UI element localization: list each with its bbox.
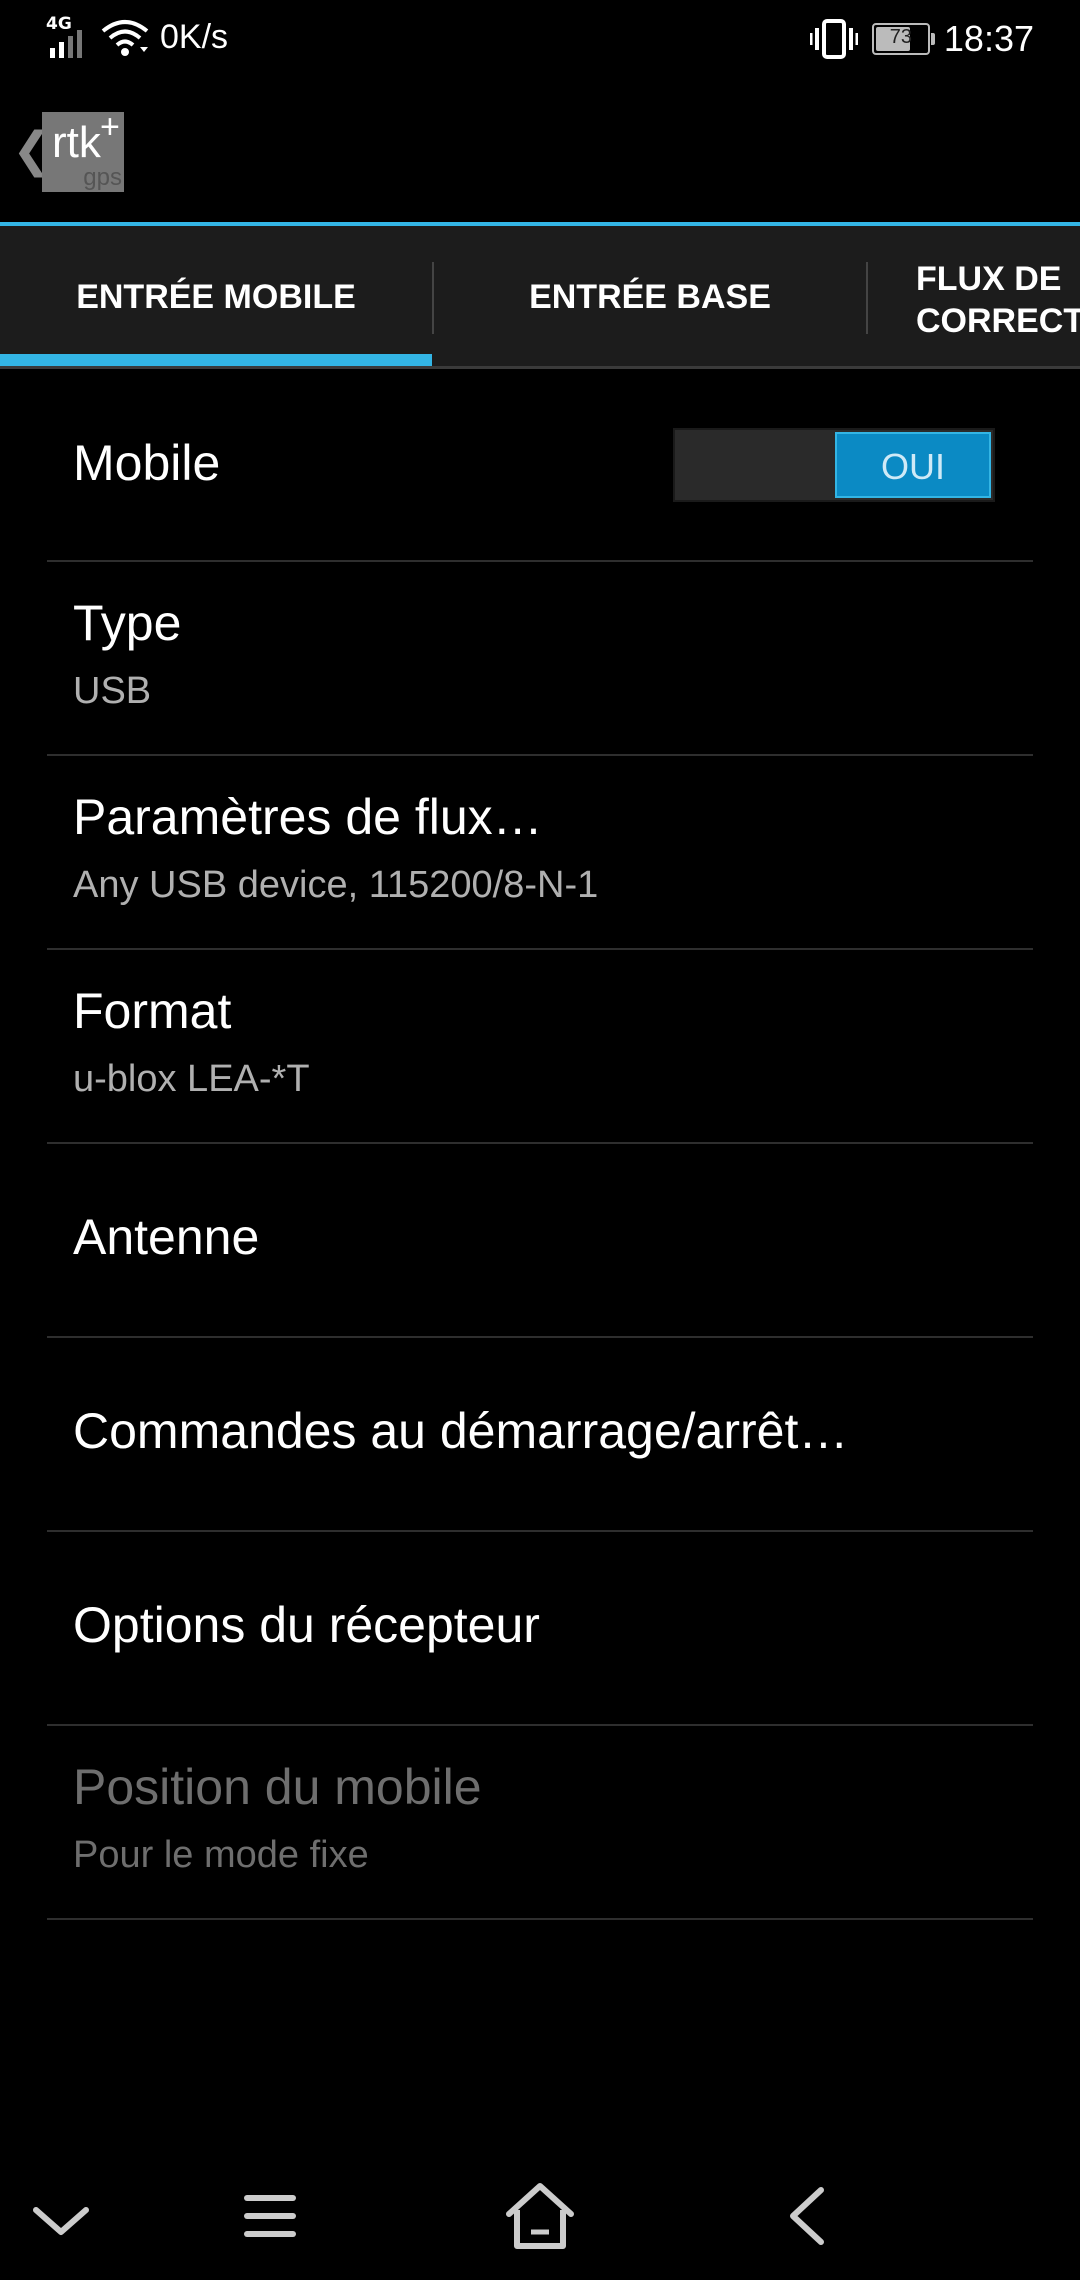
net-speed: 0K/s xyxy=(160,17,229,56)
tab-label: FLUX DE CORRECTI xyxy=(916,260,1080,340)
pref-title: Commandes au démarrage/arrêt… xyxy=(73,1403,849,1459)
battery-percent: 73 xyxy=(889,26,913,48)
tab-label: ENTRÉE MOBILE xyxy=(76,278,356,316)
tab-bar: ENTRÉE MOBILE ENTRÉE BASE FLUX DE CORREC… xyxy=(0,226,1080,368)
pref-title: Position du mobile xyxy=(73,1759,482,1815)
pref-summary: Any USB device, 115200/8-N-1 xyxy=(73,864,599,906)
vibrate-icon xyxy=(809,19,858,59)
pref-title: Mobile xyxy=(73,435,221,491)
tab-base-input[interactable]: ENTRÉE BASE xyxy=(434,226,866,368)
pref-format[interactable]: Format u-blox LEA-*T xyxy=(47,950,1033,1144)
pref-title: Options du récepteur xyxy=(73,1597,540,1653)
home-icon[interactable] xyxy=(495,2178,585,2254)
clock: 18:37 xyxy=(943,18,1034,59)
pref-antenna[interactable]: Antenne xyxy=(47,1144,1033,1338)
back-icon[interactable] xyxy=(765,2178,855,2254)
tab-bar-underline xyxy=(0,366,1080,369)
toggle-label: OUI xyxy=(880,446,945,487)
status-bar: 4G 0K/s 73 18:37 xyxy=(0,0,1080,82)
pref-title: Format xyxy=(73,983,232,1039)
pref-mobile-position: Position du mobile Pour le mode fixe xyxy=(47,1726,1033,1920)
pref-summary: USB xyxy=(73,670,152,712)
pref-start-stop-commands[interactable]: Commandes au démarrage/arrêt… xyxy=(47,1338,1033,1532)
action-bar: ❮ rtk + gps xyxy=(0,82,1080,222)
pref-stream-params[interactable]: Paramètres de flux… Any USB device, 1152… xyxy=(47,756,1033,950)
battery-icon: 73 xyxy=(871,23,935,55)
wifi-icon xyxy=(101,20,149,56)
pref-summary: Pour le mode fixe xyxy=(73,1834,369,1876)
pref-mobile[interactable]: Mobile OUI xyxy=(47,370,1033,562)
menu-icon[interactable] xyxy=(225,2178,315,2254)
chevron-down-icon[interactable] xyxy=(16,2178,106,2254)
tab-correction-stream[interactable]: FLUX DE CORRECTI xyxy=(868,226,1080,368)
logo-text: rtk xyxy=(52,118,101,167)
pref-receiver-options[interactable]: Options du récepteur xyxy=(47,1532,1033,1726)
logo-plus: + xyxy=(100,108,120,146)
pref-type[interactable]: Type USB xyxy=(47,562,1033,756)
preference-list: Mobile OUI Type USB Paramètres de flux… … xyxy=(0,370,1080,1920)
app-logo[interactable]: rtk + gps xyxy=(42,108,124,192)
pref-title: Antenne xyxy=(73,1209,260,1265)
signal-icon: 4G xyxy=(46,14,86,60)
pref-summary: u-blox LEA-*T xyxy=(73,1058,310,1100)
pref-title: Type xyxy=(73,595,182,651)
navigation-bar xyxy=(0,2150,1080,2280)
tab-label: ENTRÉE BASE xyxy=(529,278,771,316)
pref-title: Paramètres de flux… xyxy=(73,789,543,845)
toggle-thumb: OUI xyxy=(835,432,991,498)
tab-mobile-input[interactable]: ENTRÉE MOBILE xyxy=(0,226,432,368)
mobile-toggle[interactable]: OUI xyxy=(673,428,995,502)
logo-sub: gps xyxy=(83,164,122,191)
